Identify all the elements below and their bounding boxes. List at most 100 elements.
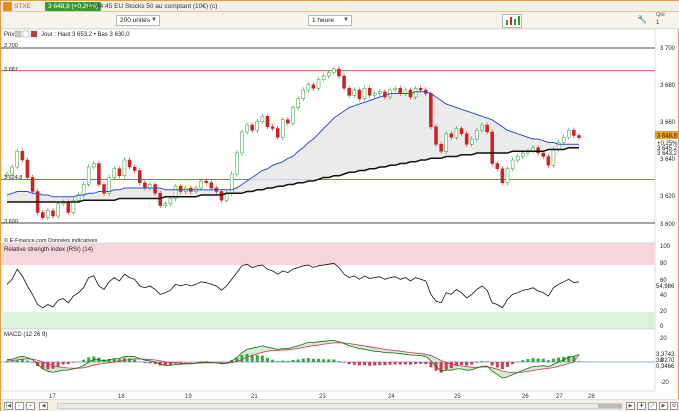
macd-histogram-bar [378,362,382,366]
candle-body [132,166,137,171]
macd-histogram-bar [317,358,321,362]
first-page-icon[interactable]: |◀ [4,402,13,410]
macd-histogram-bar [82,359,86,362]
candle-body [311,84,316,89]
candle-body [475,130,479,140]
play-icon[interactable]: ▶ [659,402,668,410]
macd-histogram-bar [516,362,520,363]
macd-histogram-bar [373,362,377,366]
price-panel-legend: Jour : Haut 3 653,2 • Bas 3 630,0 [41,32,130,38]
macd-histogram-bar [56,362,60,367]
candle-body [490,131,494,164]
panel-settings-icon[interactable] [22,30,30,38]
candle-body [464,133,469,145]
macd-histogram-bar [209,361,213,363]
candle-body [362,88,367,99]
instrument-header: STXE 3 648,8 (+0,26%) 17:44:45 EU Stocks… [1,1,679,12]
macd-histogram-bar [189,362,193,363]
candle-body [521,152,525,157]
candle-body [510,159,515,169]
close-icon[interactable] [30,30,38,38]
candle-body [10,166,14,175]
candle-body [449,133,454,138]
time-scrollbar[interactable] [57,403,622,409]
macd-histogram-value: 0,3466 [656,364,675,370]
crosshair-icon[interactable]: ✚ [637,402,646,410]
candle-body [434,126,438,145]
price-tick: 3 700 [660,46,676,52]
macd-y-axis: 20 0 -20 3,3743 3,0270 0,3466 [656,336,675,386]
candle-body [321,75,326,80]
macd-histogram-bar [199,361,203,362]
panel-toggle-icon[interactable] [14,30,22,38]
macd-histogram-bar [337,361,341,362]
candle-body [122,159,127,176]
macd-histogram-bar [536,358,540,362]
macd-histogram-bar [485,361,489,362]
candle-body [255,121,260,131]
candle-body [500,168,505,183]
rsi-panel-header: Relative strength index (RSI) (14) [4,247,93,253]
macd-histogram-bar [219,362,224,363]
price-panel-title: Prix [4,32,14,38]
scrollbar-thumb[interactable] [598,404,622,408]
candle-body [168,198,173,204]
candle-body [66,201,71,213]
bar-chart-icon [506,20,508,25]
macd-histogram-bar [61,362,65,365]
chart-type-button[interactable] [502,14,522,28]
scroll-right-icon[interactable]: ▶ [626,402,635,410]
candle-body [199,180,203,189]
candle-body [153,184,157,194]
candle-body [250,124,254,131]
zoom-out-icon[interactable]: − [15,402,24,410]
candle-body [265,116,270,127]
ma-long-value: 3 643,2 [657,151,678,157]
wrench-icon[interactable]: 🔧 [637,15,647,24]
candle-body [25,159,30,178]
macd-histogram-bar [311,358,315,362]
macd-histogram-bar [500,362,504,370]
macd-histogram-bar [546,360,550,362]
rsi-tick: 20 [660,309,667,315]
macd-histogram-bar [495,362,499,368]
macd-histogram-bar [265,357,269,362]
period-select[interactable]: 1 heure ▼ [308,15,352,26]
scroll-left-icon[interactable]: ◀ [39,402,48,410]
macd-histogram-bar [281,360,285,362]
units-select[interactable]: 200 unités ▼ [116,15,160,26]
price-tick: 3 680 [660,83,676,89]
quantity-value[interactable]: 1 [656,20,659,26]
candle-body [561,137,566,143]
macd-histogram-bar [505,362,510,367]
fullscreen-icon[interactable]: ⤢ [648,402,657,410]
candle-body [81,184,86,196]
macd-panel-header: MACD (12 26 9) [4,332,47,338]
candle-body [536,147,540,154]
price-tick: 3 660 [660,120,676,126]
macd-histogram-bar [368,362,372,366]
app-window: STXE 3 648,8 (+0,26%) 17:44:45 EU Stocks… [0,0,679,411]
candle-body [86,166,91,185]
macd-histogram-bar [92,356,96,362]
candle-body [541,152,546,157]
macd-histogram-bar [327,359,331,362]
candle-body [178,186,183,192]
candle-body [235,152,239,175]
copyright-notice: © E-Finance.com Données indicatives [4,237,98,244]
candle-body [337,68,341,77]
price-panel-header: Prix Jour : Haut 3 653,2 • Bas 3 630,0 [4,30,130,38]
candle-body [454,128,459,138]
macd-histogram-bar [347,362,351,365]
macd-histogram-bar [577,361,581,362]
settings-icon[interactable]: ⚙ [670,402,678,410]
ticker-name[interactable]: STXE [14,2,31,11]
candle-body [296,98,300,108]
zoom-in-icon[interactable]: + [26,402,35,410]
candle-body [51,210,55,217]
candle-body [240,131,244,154]
macd-histogram-bar [357,362,361,366]
macd-histogram-bar [460,362,464,365]
chart-canvas[interactable]: Prix Jour : Haut 3 653,2 • Bas 3 630,0 ©… [1,29,679,399]
macd-histogram-bar [25,360,29,362]
